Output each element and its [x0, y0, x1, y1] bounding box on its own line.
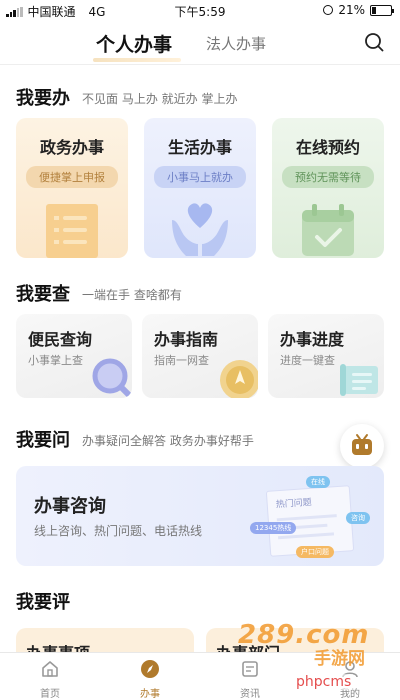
rotation-lock-icon [323, 5, 334, 15]
card-subtitle: 小事掌上查 [28, 354, 83, 367]
progress-scroll-icon [340, 364, 378, 396]
card-title: 办事指南 [154, 330, 219, 349]
top-tabs: 个人办事 法人办事 [0, 22, 400, 64]
compass-icon [141, 660, 159, 678]
tag-online: 在线 [306, 476, 330, 488]
card-subtitle: 指南一网查 [154, 354, 209, 367]
card-life-affairs[interactable]: 生活办事 小事马上就办 [144, 118, 256, 258]
tab-personal[interactable]: 个人办事 [96, 30, 172, 57]
section-subtitle-query: 一端在手 查啥都有 [82, 288, 182, 302]
card-pill: 预约无需等待 [282, 166, 374, 188]
card-title: 在线预约 [295, 138, 360, 157]
card-government-affairs[interactable]: 政务办事 便捷掌上申报 [16, 118, 128, 258]
battery-icon [370, 4, 394, 16]
status-right: 21% [323, 3, 394, 17]
battery-percent: 21% [338, 3, 365, 17]
card-title: 生活办事 [167, 138, 232, 157]
section-subtitle-ask: 办事疑问全解答 政务办事好帮手 [82, 434, 254, 448]
robot-icon [352, 434, 372, 455]
nav-home[interactable]: 首页 [0, 653, 100, 700]
card-service-guide[interactable]: 办事指南 指南一网查 [142, 314, 258, 398]
card-title: 办事进度 [280, 330, 345, 349]
card-service-progress[interactable]: 办事进度 进度一键查 [268, 314, 384, 398]
nav-news[interactable]: 资讯 [200, 653, 300, 700]
card-title: 便民查询 [28, 330, 93, 349]
heart-hands-icon [172, 203, 228, 256]
tag-hotline: 12345热线 [250, 522, 297, 534]
section-title-query: 我要查 [16, 284, 70, 305]
app-screen: 中国联通 4G 下午5:59 21% 个人办事 法人办事 我要办 不见面 马上办… [0, 0, 400, 700]
card-pill: 小事马上就办 [154, 166, 246, 188]
card-subtitle: 进度一键查 [280, 354, 335, 367]
card-online-booking[interactable]: 在线预约 预约无需等待 [272, 118, 384, 258]
nav-services[interactable]: 办事 [100, 653, 200, 700]
magnifier-icon [92, 358, 132, 398]
section-title-review: 我要评 [16, 592, 70, 613]
news-icon [242, 661, 258, 677]
user-icon [342, 661, 358, 678]
section-title-ask: 我要问 [16, 430, 70, 451]
card-pill: 便捷掌上申报 [26, 166, 118, 188]
card-public-query[interactable]: 便民查询 小事掌上查 [16, 314, 132, 398]
search-icon[interactable] [364, 32, 384, 52]
nav-mine[interactable]: 我的 [300, 653, 400, 700]
nav-label: 首页 [40, 689, 60, 700]
card-title: 政务办事 [39, 138, 104, 157]
calendar-check-icon [302, 204, 354, 256]
nav-label: 资讯 [240, 689, 260, 700]
banner-illustration: 热门问题 在线 咨询 12345热线 户口问题 [250, 476, 370, 562]
nav-label: 我的 [340, 689, 360, 700]
battery-fill [372, 6, 376, 14]
status-bar: 中国联通 4G 下午5:59 21% [0, 0, 400, 22]
robot-assistant-button[interactable] [340, 424, 384, 468]
bottom-nav: 首页 办事 资讯 我的 [0, 652, 400, 700]
consult-banner[interactable]: 办事咨询 线上咨询、热门问题、电话热线 热门问题 在线 咨询 12345热线 户… [16, 466, 384, 566]
doc-label: 热门问题 [275, 497, 313, 511]
home-icon [42, 661, 58, 677]
header-divider [0, 64, 400, 65]
compass-icon [220, 360, 258, 398]
nav-label: 办事 [140, 689, 160, 700]
active-tab-indicator [93, 58, 181, 62]
tag-consult: 咨询 [346, 512, 370, 524]
document-icon [46, 204, 98, 258]
section-subtitle-handle: 不见面 马上办 就近办 掌上办 [82, 92, 238, 106]
banner-subtitle: 线上咨询、热门问题、电话热线 [34, 524, 203, 538]
tab-corporate[interactable]: 法人办事 [206, 33, 266, 54]
section-title-handle: 我要办 [16, 88, 70, 109]
tag-hukou: 户口问题 [296, 546, 334, 558]
banner-title: 办事咨询 [34, 496, 106, 517]
